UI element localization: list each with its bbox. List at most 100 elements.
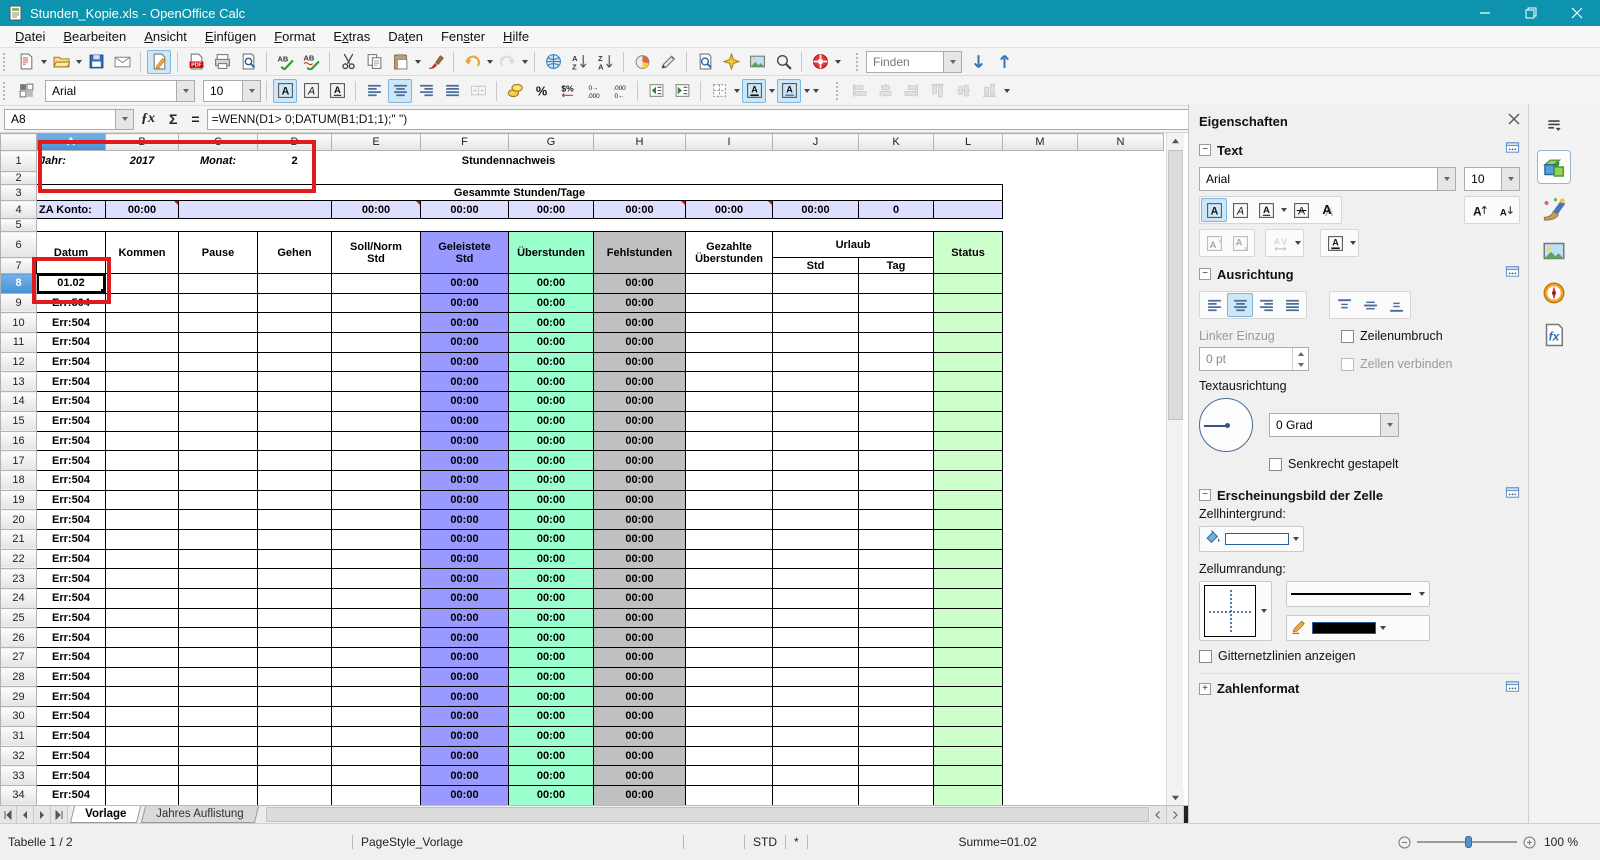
cell-N3[interactable] [1078,185,1164,201]
row-header-8[interactable]: 8 [0,273,37,294]
scroll-right-arrow[interactable] [1167,806,1184,823]
cell-K22[interactable] [858,548,934,570]
cell-F30[interactable]: 00:00 [420,706,509,727]
cell-N34[interactable] [1078,785,1164,805]
cell-M31[interactable] [1003,726,1078,746]
cell-B27[interactable] [105,647,179,668]
cell-F28[interactable]: 00:00 [420,666,509,688]
cell-N9[interactable] [1078,293,1164,313]
cell-H23[interactable]: 00:00 [593,568,686,589]
cell-J23[interactable] [772,568,859,589]
cell-M12[interactable] [1003,352,1078,372]
cell-B29[interactable] [105,686,179,708]
menu-extras[interactable]: Extras [324,27,379,46]
font-color-button[interactable]: A [742,78,766,103]
stacked-checkbox[interactable]: Senkrecht gestapelt [1269,457,1520,471]
cell-K24[interactable] [858,588,934,609]
cell-B26[interactable] [105,627,179,649]
section-appearance-header[interactable]: − Erscheinungsbild der Zelle [1199,483,1520,507]
cell-G8[interactable]: 00:00 [508,273,594,294]
cell-F34[interactable]: 00:00 [420,784,509,805]
cell-G13[interactable]: 00:00 [508,371,594,393]
column-header-E[interactable]: E [331,133,421,151]
column-header-K[interactable]: K [858,133,934,151]
cell-A26[interactable]: Err:504 [36,627,106,649]
cell-G5[interactable] [509,219,594,232]
cell-L5[interactable] [934,219,1003,232]
cell-G11[interactable]: 00:00 [508,332,594,353]
cell-C30[interactable] [178,706,258,727]
cell-M20[interactable] [1003,510,1078,530]
section-numberformat-header[interactable]: + Zahlenformat [1199,673,1521,697]
cell-B2[interactable] [106,172,179,185]
cell-L11[interactable] [933,332,1003,353]
justify-button[interactable] [1279,293,1305,317]
cell-C8[interactable] [178,273,258,294]
cell-K30[interactable] [858,706,934,727]
del-decimal-button[interactable]: .000 0← [607,79,631,103]
zoom-level[interactable]: 100 % [1536,834,1586,850]
row-header-33[interactable]: 33 [0,765,37,786]
cell-F23[interactable]: 00:00 [420,568,509,589]
cell-A28[interactable]: Err:504 [36,666,106,688]
export-pdf-button[interactable]: PDF [184,50,208,74]
cell-F31[interactable]: 00:00 [420,725,509,747]
cell-K7[interactable]: Tag [858,257,934,274]
cell-G24[interactable]: 00:00 [508,588,594,609]
cell-E24[interactable] [331,588,421,609]
cell-L34[interactable] [933,784,1003,805]
cell-H22[interactable]: 00:00 [593,548,686,570]
cell-C29[interactable] [178,686,258,708]
cell-E6[interactable]: Soll/Norm Std [331,231,421,274]
cell-L31[interactable] [933,725,1003,747]
cell-N5[interactable] [1078,219,1164,232]
cell-D33[interactable] [257,765,332,786]
cell-K1[interactable] [859,151,934,172]
cell-B6[interactable]: Kommen [105,231,179,274]
cell-N15[interactable] [1078,411,1164,431]
cell-L4[interactable] [933,200,1003,219]
cell-L14[interactable] [933,391,1003,412]
cell-M9[interactable] [1003,293,1078,313]
column-header-G[interactable]: G [508,133,594,151]
cell-N12[interactable] [1078,352,1164,372]
cell-D1[interactable]: 2 [258,151,332,172]
cell-H24[interactable]: 00:00 [593,588,686,609]
cell-M23[interactable] [1003,569,1078,589]
cell-F21[interactable]: 00:00 [420,528,509,550]
cell-J12[interactable] [772,351,859,373]
row-header-28[interactable]: 28 [0,666,37,688]
cell-K11[interactable] [858,332,934,353]
italic-button[interactable]: A [299,79,323,103]
cell-H10[interactable]: 00:00 [593,312,686,334]
cell-K23[interactable] [858,568,934,589]
cell-N33[interactable] [1078,766,1164,786]
cell-B32[interactable] [105,745,179,767]
cell-M34[interactable] [1003,785,1078,805]
cell-J18[interactable] [772,469,859,491]
cell-G16[interactable]: 00:00 [508,430,594,452]
obj-align-center-button[interactable] [873,79,897,103]
cell-F10[interactable]: 00:00 [420,312,509,334]
cell-M2[interactable] [1003,172,1078,185]
cell-E11[interactable] [331,332,421,353]
cell-I6[interactable]: Gezahlte Überstunden [685,231,773,274]
cell-H14[interactable]: 00:00 [593,391,686,412]
cell-H4[interactable]: 00:00 [593,200,686,219]
sidebar-tab-gallery[interactable] [1537,234,1571,268]
cell-E17[interactable] [331,450,421,471]
email-button[interactable] [110,50,134,74]
align-center-button[interactable] [388,78,412,103]
cell-M6[interactable] [1003,232,1078,274]
column-header-M[interactable]: M [1002,133,1078,151]
cell-K5[interactable] [859,219,934,232]
add-decimal-button[interactable]: 0→ .000 [581,79,605,103]
cell-H20[interactable]: 00:00 [593,509,686,530]
cell-I15[interactable] [685,410,773,432]
cell-F15[interactable]: 00:00 [420,410,509,432]
cell-K16[interactable] [858,430,934,452]
cell-F33[interactable]: 00:00 [420,765,509,786]
cell-H9[interactable]: 00:00 [593,292,686,314]
cell-K28[interactable] [858,666,934,688]
cell-B20[interactable] [105,509,179,530]
